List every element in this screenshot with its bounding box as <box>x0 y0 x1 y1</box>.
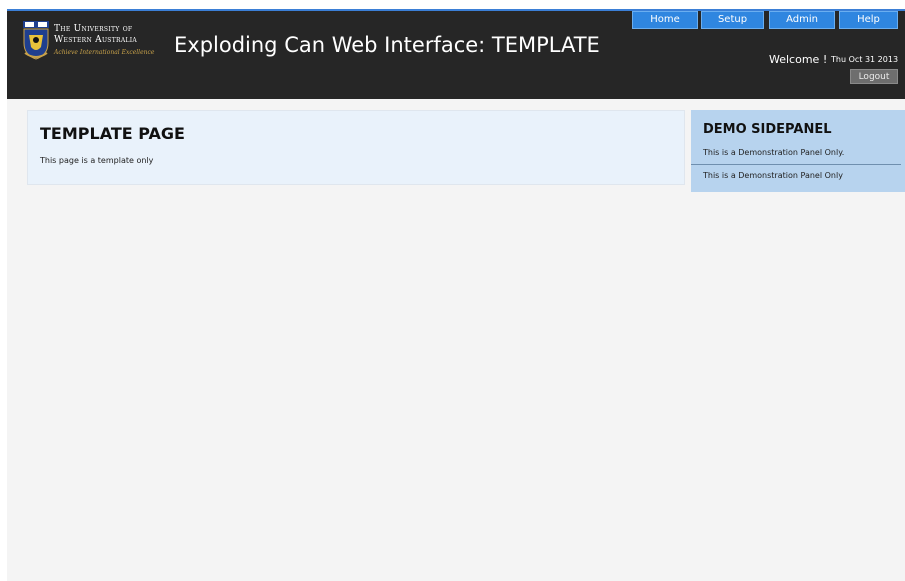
current-date: Thu Oct 31 2013 <box>831 55 899 64</box>
university-name-line1: The University of <box>54 24 133 34</box>
sidepanel-title: DEMO SIDEPANEL <box>703 122 832 137</box>
sidepanel-text-2: This is a Demonstration Panel Only <box>703 171 843 180</box>
nav-admin-button[interactable]: Admin <box>769 11 835 29</box>
welcome-text: Welcome ! <box>769 53 828 66</box>
sidepanel-text-1: This is a Demonstration Panel Only. <box>703 148 845 157</box>
page-frame: The University of Western Australia Achi… <box>7 9 905 581</box>
uwa-crest-icon <box>23 21 49 60</box>
app-title: Exploding Can Web Interface: TEMPLATE <box>174 33 600 57</box>
page-description: This page is a template only <box>40 156 154 165</box>
nav-home-button[interactable]: Home <box>632 11 698 29</box>
page-title: TEMPLATE PAGE <box>40 124 185 143</box>
logout-button[interactable]: Logout <box>850 69 898 84</box>
university-logo[interactable]: The University of Western Australia Achi… <box>23 21 168 63</box>
nav-help-button[interactable]: Help <box>839 11 898 29</box>
university-name-line2: Western Australia <box>54 35 138 45</box>
university-motto: Achieve International Excellence <box>54 49 155 56</box>
main-content-panel: TEMPLATE PAGE This page is a template on… <box>27 110 685 185</box>
nav-setup-button[interactable]: Setup <box>701 11 764 29</box>
top-header-bar: The University of Western Australia Achi… <box>7 9 905 99</box>
side-panel: DEMO SIDEPANEL This is a Demonstration P… <box>691 110 905 192</box>
sidepanel-divider <box>691 164 901 165</box>
